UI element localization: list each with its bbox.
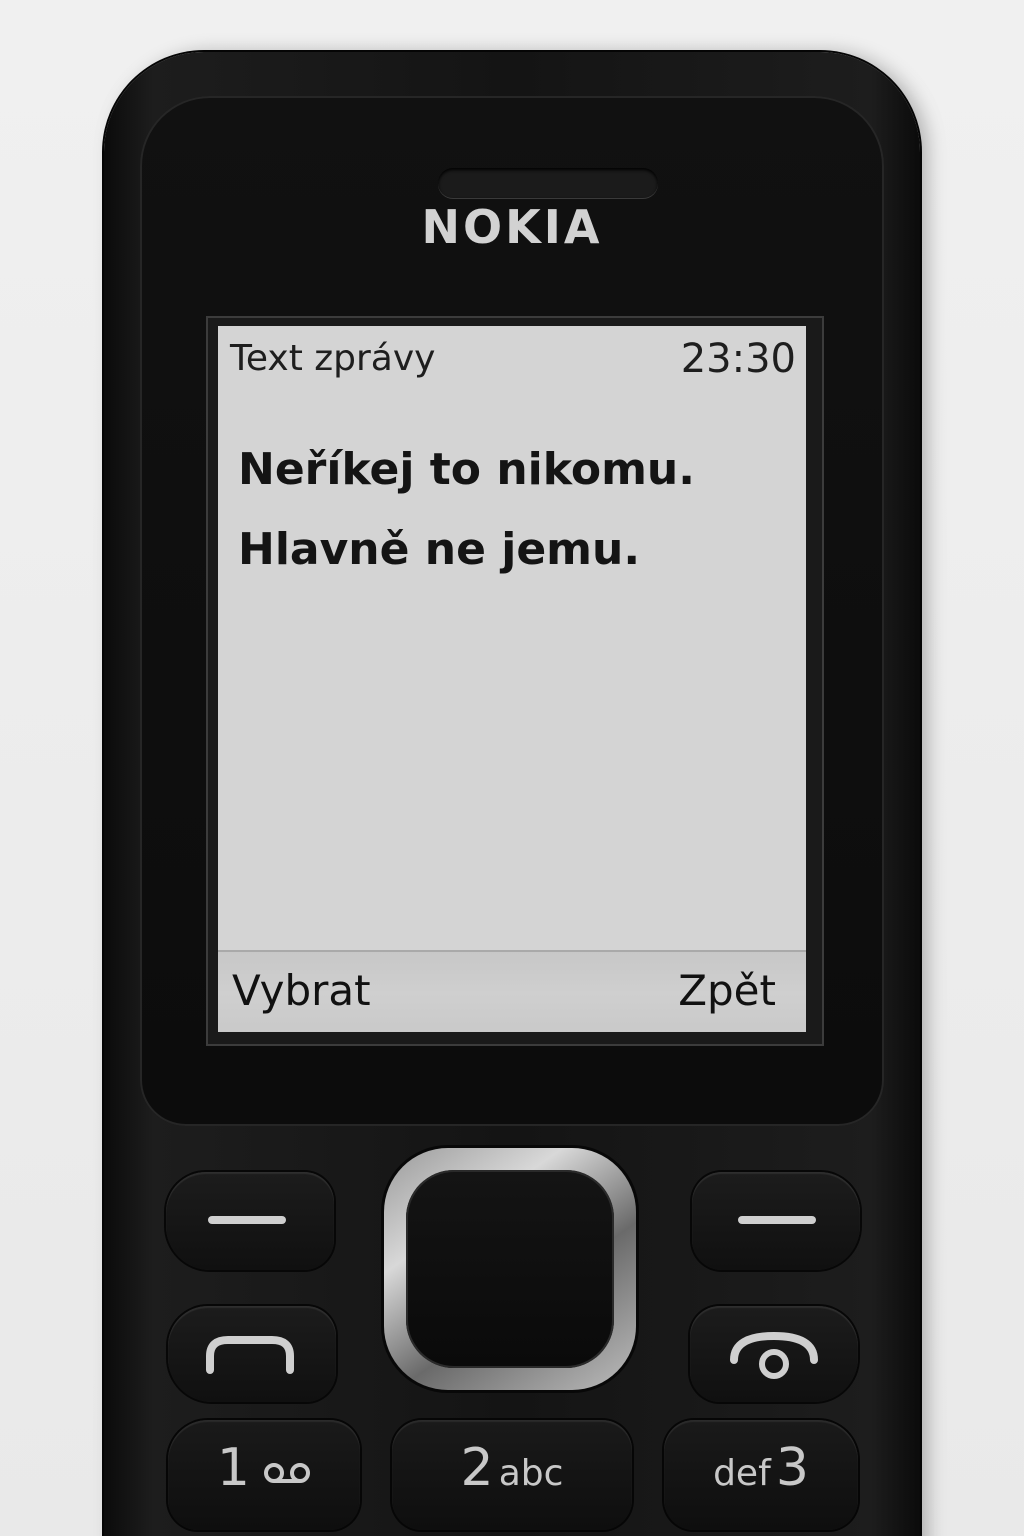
key-digit: 1 [216,1438,250,1498]
back-softkey[interactable]: Zpět [678,966,776,1015]
key-digit: 3 [775,1438,809,1498]
left-softkey-button[interactable] [166,1172,334,1270]
message-line: Hlavně ne jemu. [238,524,641,575]
select-softkey[interactable]: Vybrat [232,966,371,1015]
dash-icon [208,1216,286,1224]
key-digit: 2 [460,1438,494,1498]
softkey-bar: Vybrat Zpět [218,950,806,1032]
navigation-key[interactable] [384,1148,636,1390]
call-icon [206,1336,294,1374]
message-body: Neříkej to nikomu. Hlavně ne jemu. [238,430,798,590]
key-3-label: def 3 [664,1438,858,1498]
photo-background: NOKIA Text zprávy 23:30 Neříkej to nikom… [0,0,1024,1536]
voicemail-icon [264,1463,311,1483]
dash-icon [738,1216,816,1224]
brand-logo: NOKIA [421,200,603,254]
key-1[interactable]: 1 [168,1420,360,1530]
key-2-label: 2 abc [392,1438,632,1498]
phone-screen: Text zprávy 23:30 Neříkej to nikomu. Hla… [218,326,806,1032]
status-bar: Text zprávy 23:30 [218,326,806,406]
key-letters: abc [498,1453,564,1494]
right-softkey-button[interactable] [692,1172,860,1270]
key-1-label: 1 [168,1438,360,1498]
earpiece-speaker [438,168,658,198]
center-select-key[interactable] [406,1170,614,1368]
screen-title: Text zprávy [230,338,436,379]
key-2[interactable]: 2 abc [392,1420,632,1530]
key-3[interactable]: def 3 [664,1420,858,1530]
call-button[interactable] [168,1306,336,1402]
end-call-button[interactable] [690,1306,858,1402]
message-line: Neříkej to nikomu. [238,444,695,495]
end-call-icon [730,1331,818,1379]
key-letters: def [713,1453,771,1494]
clock: 23:30 [680,336,796,382]
